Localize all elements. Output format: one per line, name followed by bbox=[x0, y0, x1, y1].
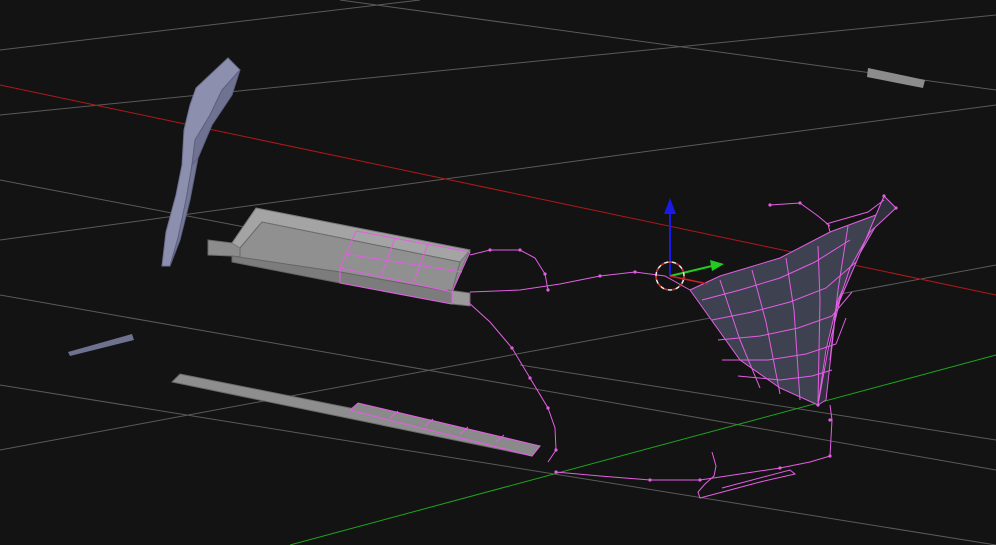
viewport-canvas[interactable] bbox=[0, 0, 996, 545]
3d-viewport[interactable] bbox=[0, 0, 996, 545]
